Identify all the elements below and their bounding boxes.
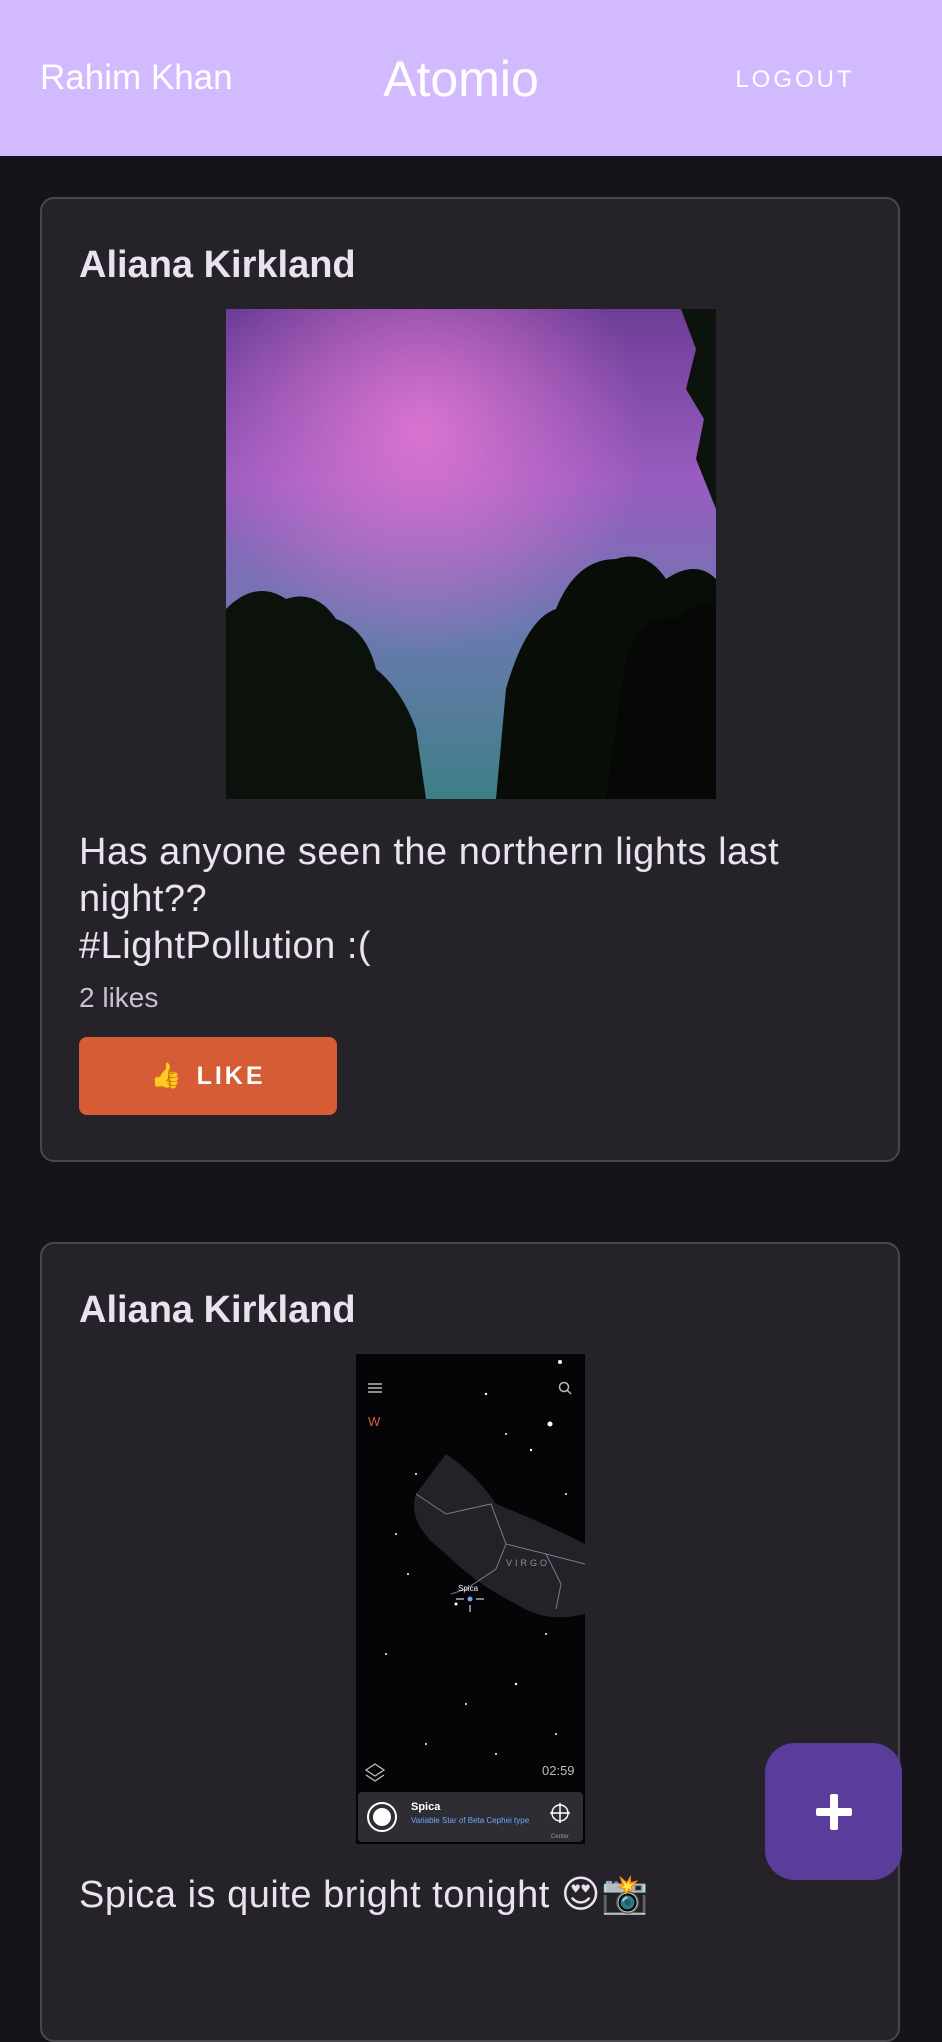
logout-button[interactable]: LOGOUT: [725, 60, 865, 100]
add-post-button[interactable]: [765, 1743, 902, 1880]
like-count: 2 likes: [79, 982, 159, 1013]
post-card: Aliana Kirkland W VIRGO Spica 02:59 Spic…: [40, 1242, 900, 2042]
thumbs-up-icon: 👍: [150, 1061, 185, 1090]
post-author: Aliana Kirkland: [79, 244, 356, 286]
post-author: Aliana Kirkland: [79, 1289, 356, 1331]
panel-title: Spica: [411, 1801, 441, 1813]
like-button-label: LIKE: [196, 1061, 266, 1090]
post-text-line: #LightPollution :(: [79, 925, 372, 967]
menu-icon: [368, 1383, 382, 1393]
post-text-line: Has anyone seen the northern lights last: [79, 831, 780, 873]
post-text: Spica is quite bright tonight 😍📸: [79, 1874, 649, 1916]
app-bar: Rahim Khan Atomio LOGOUT: [0, 0, 942, 156]
panel-subtitle: Variable Star of Beta Cephei type: [411, 1816, 530, 1825]
constellation-label: VIRGO: [506, 1558, 550, 1568]
compass-label: W: [368, 1414, 381, 1429]
search-icon: [558, 1381, 572, 1395]
post-card: Aliana Kirkland Has anyone seen the nort…: [40, 197, 900, 1162]
layers-icon: [364, 1763, 386, 1782]
like-button[interactable]: 👍 LIKE: [79, 1037, 337, 1115]
plus-icon: [815, 1793, 852, 1830]
time-label: 02:59: [542, 1763, 575, 1778]
panel-action: Center: [551, 1834, 569, 1840]
post-text-line: night??: [79, 878, 208, 920]
star-label: Spica: [458, 1584, 479, 1593]
post-image: W VIRGO Spica 02:59 Spica Variable Star …: [356, 1354, 585, 1844]
post-text: Has anyone seen the northern lights last…: [79, 829, 869, 970]
post-image: [226, 309, 716, 799]
